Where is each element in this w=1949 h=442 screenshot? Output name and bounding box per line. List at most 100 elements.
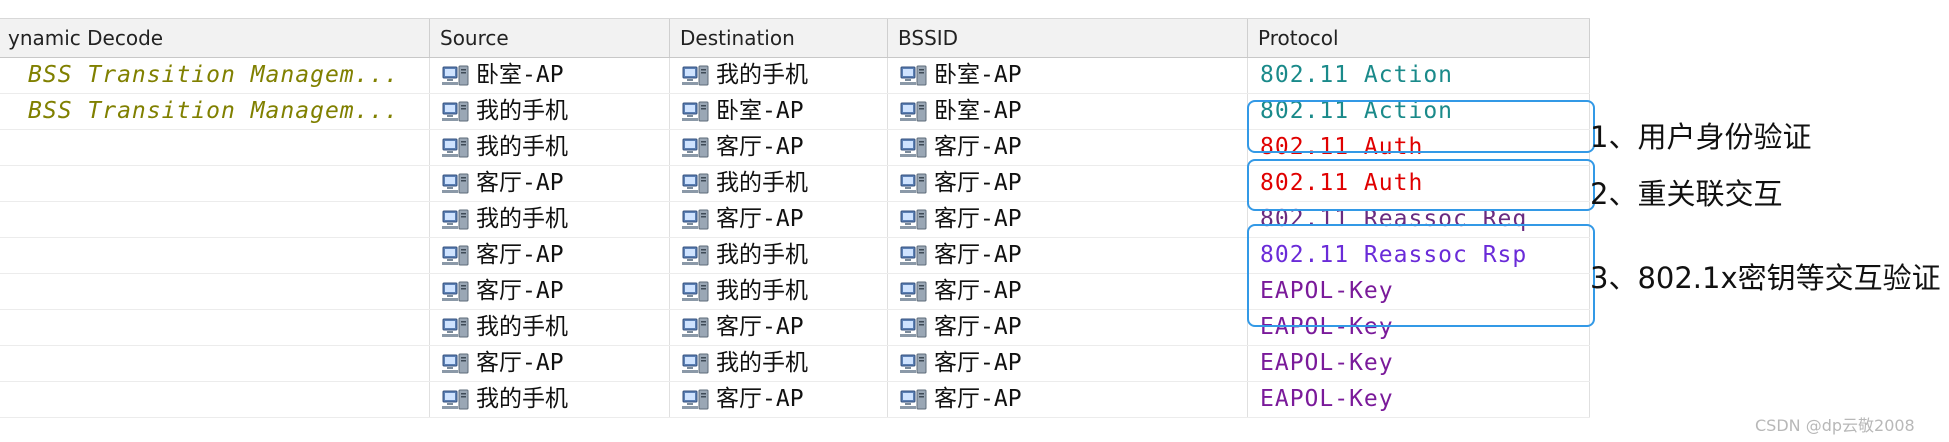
computer-icon bbox=[682, 99, 710, 121]
cell-dynamic-decode bbox=[0, 310, 430, 345]
cell-dynamic-decode: BSS Transition Managem... bbox=[0, 94, 430, 129]
cell-source-text: 客厅-AP bbox=[476, 350, 564, 376]
cell-destination-text: 客厅-AP bbox=[716, 134, 804, 160]
computer-icon bbox=[900, 351, 928, 373]
cell-source: 我的手机 bbox=[430, 94, 670, 129]
computer-icon bbox=[900, 99, 928, 121]
computer-icon bbox=[442, 135, 470, 157]
annotation-reassoc: 2、重关联交互 bbox=[1590, 177, 1783, 211]
annotation-auth: 1、用户身份验证 bbox=[1590, 120, 1812, 154]
table-row[interactable]: BSS Transition Managem... 卧室-AP 我的手机 卧室-AP 8… bbox=[0, 58, 1590, 94]
cell-source-text: 客厅-AP bbox=[476, 242, 564, 268]
cell-bssid-text: 客厅-AP bbox=[934, 134, 1022, 160]
cell-destination: 客厅-AP bbox=[670, 130, 888, 165]
table-row[interactable]: 我的手机 客厅-AP 客厅-AP EAPOL-Key bbox=[0, 382, 1590, 418]
cell-destination-text: 我的手机 bbox=[716, 170, 808, 196]
computer-icon bbox=[900, 171, 928, 193]
reassoc-highlight-box bbox=[1247, 159, 1595, 211]
cell-source-text: 我的手机 bbox=[476, 386, 568, 412]
cell-source: 客厅-AP bbox=[430, 238, 670, 273]
cell-dynamic-decode bbox=[0, 382, 430, 417]
cell-protocol: EAPOL-Key bbox=[1248, 382, 1590, 417]
cell-destination-text: 我的手机 bbox=[716, 278, 808, 304]
cell-source: 卧室-AP bbox=[430, 58, 670, 93]
computer-icon bbox=[442, 243, 470, 265]
table-row[interactable]: 客厅-AP 我的手机 客厅-AP EAPOL-Key bbox=[0, 346, 1590, 382]
cell-dynamic-decode bbox=[0, 274, 430, 309]
cell-destination-text: 客厅-AP bbox=[716, 206, 804, 232]
cell-bssid: 客厅-AP bbox=[888, 310, 1248, 345]
computer-icon bbox=[442, 63, 470, 85]
cell-bssid-text: 卧室-AP bbox=[934, 62, 1022, 88]
cell-source: 客厅-AP bbox=[430, 274, 670, 309]
cell-source: 客厅-AP bbox=[430, 166, 670, 201]
cell-source-text: 我的手机 bbox=[476, 206, 568, 232]
computer-icon bbox=[682, 279, 710, 301]
computer-icon bbox=[682, 207, 710, 229]
column-header-dynamic-decode[interactable]: ynamic Decode bbox=[0, 19, 430, 57]
cell-destination-text: 卧室-AP bbox=[716, 98, 804, 124]
cell-source: 我的手机 bbox=[430, 382, 670, 417]
computer-icon bbox=[442, 99, 470, 121]
auth-highlight-box bbox=[1247, 100, 1595, 153]
computer-icon bbox=[682, 315, 710, 337]
computer-icon bbox=[442, 351, 470, 373]
cell-dynamic-decode bbox=[0, 202, 430, 237]
cell-destination: 我的手机 bbox=[670, 274, 888, 309]
column-header-bssid[interactable]: BSSID bbox=[888, 19, 1248, 57]
cell-bssid: 卧室-AP bbox=[888, 94, 1248, 129]
cell-source: 客厅-AP bbox=[430, 346, 670, 381]
computer-icon bbox=[900, 63, 928, 85]
cell-destination: 我的手机 bbox=[670, 238, 888, 273]
eapol-highlight-box bbox=[1247, 224, 1595, 327]
cell-source-text: 客厅-AP bbox=[476, 170, 564, 196]
cell-destination: 我的手机 bbox=[670, 58, 888, 93]
cell-source-text: 客厅-AP bbox=[476, 278, 564, 304]
cell-destination: 我的手机 bbox=[670, 346, 888, 381]
computer-icon bbox=[682, 63, 710, 85]
computer-icon bbox=[900, 279, 928, 301]
column-header-destination[interactable]: Destination bbox=[670, 19, 888, 57]
computer-icon bbox=[682, 135, 710, 157]
cell-source: 我的手机 bbox=[430, 202, 670, 237]
cell-destination-text: 我的手机 bbox=[716, 350, 808, 376]
cell-bssid: 客厅-AP bbox=[888, 130, 1248, 165]
cell-bssid-text: 客厅-AP bbox=[934, 350, 1022, 376]
cell-bssid-text: 客厅-AP bbox=[934, 206, 1022, 232]
column-header-protocol[interactable]: Protocol bbox=[1248, 19, 1590, 57]
cell-bssid-text: 卧室-AP bbox=[934, 98, 1022, 124]
computer-icon bbox=[682, 243, 710, 265]
cell-destination: 客厅-AP bbox=[670, 310, 888, 345]
cell-source-text: 我的手机 bbox=[476, 98, 568, 124]
computer-icon bbox=[442, 279, 470, 301]
cell-destination-text: 客厅-AP bbox=[716, 314, 804, 340]
cell-dynamic-decode bbox=[0, 346, 430, 381]
cell-dynamic-decode bbox=[0, 166, 430, 201]
cell-source: 我的手机 bbox=[430, 310, 670, 345]
cell-destination-text: 客厅-AP bbox=[716, 386, 804, 412]
packet-list-table: ynamic Decode Source Destination BSSID P… bbox=[0, 18, 1590, 418]
cell-source: 我的手机 bbox=[430, 130, 670, 165]
cell-bssid-text: 客厅-AP bbox=[934, 278, 1022, 304]
cell-destination-text: 我的手机 bbox=[716, 242, 808, 268]
cell-destination-text: 我的手机 bbox=[716, 62, 808, 88]
cell-bssid-text: 客厅-AP bbox=[934, 386, 1022, 412]
cell-bssid: 客厅-AP bbox=[888, 202, 1248, 237]
column-header-source[interactable]: Source bbox=[430, 19, 670, 57]
cell-bssid: 客厅-AP bbox=[888, 346, 1248, 381]
computer-icon bbox=[682, 171, 710, 193]
computer-icon bbox=[442, 315, 470, 337]
cell-bssid-text: 客厅-AP bbox=[934, 314, 1022, 340]
cell-dynamic-decode bbox=[0, 130, 430, 165]
cell-source-text: 卧室-AP bbox=[476, 62, 564, 88]
annotation-eapol: 3、802.1x密钥等交互验证 bbox=[1590, 261, 1941, 295]
cell-destination: 客厅-AP bbox=[670, 202, 888, 237]
watermark: CSDN @dp云敬2008 bbox=[1755, 416, 1915, 435]
cell-dynamic-decode bbox=[0, 238, 430, 273]
computer-icon bbox=[442, 207, 470, 229]
computer-icon bbox=[900, 207, 928, 229]
computer-icon bbox=[900, 243, 928, 265]
computer-icon bbox=[682, 351, 710, 373]
cell-bssid-text: 客厅-AP bbox=[934, 242, 1022, 268]
cell-protocol: 802.11 Action bbox=[1248, 58, 1590, 93]
